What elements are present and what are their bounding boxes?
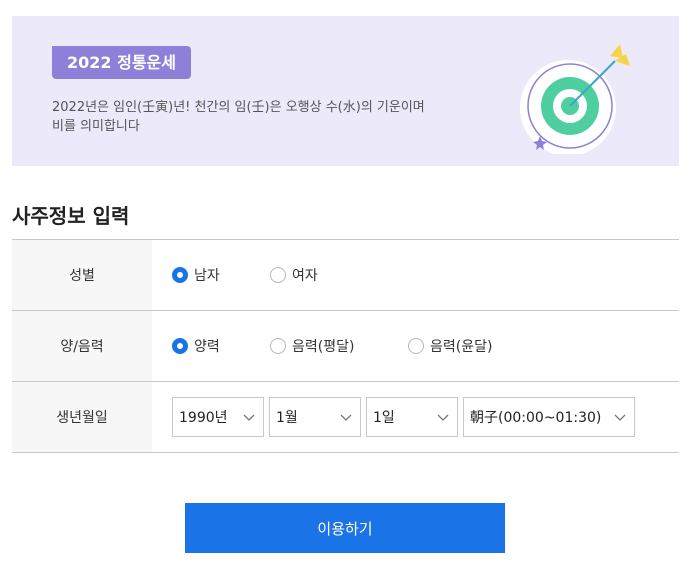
birth-day-select[interactable]: 1일 <box>366 397 458 437</box>
calendar-row: 양/음력 양력 음력(평달) 음력(윤달) <box>12 311 679 382</box>
promo-banner: 2022 정통운세 2022년은 임인(壬寅)년! 천간의 임(壬)은 오행상 … <box>12 16 679 166</box>
birth-selects: 1990년 1월 1일 朝子(00:00~01:30) <box>152 382 679 452</box>
birth-time-value: 朝子(00:00~01:30) <box>470 410 602 426</box>
calendar-label: 양/음력 <box>12 311 152 381</box>
chevron-down-icon <box>340 414 352 421</box>
chevron-down-icon <box>437 414 449 421</box>
calendar-solar-radio[interactable]: 양력 <box>172 336 270 356</box>
target-arrow-icon <box>520 44 630 154</box>
calendar-lunar-normal-radio[interactable]: 음력(평달) <box>270 336 408 356</box>
gender-options: 남자 여자 <box>152 240 679 310</box>
gender-row: 성별 남자 여자 <box>12 240 679 311</box>
section-title: 사주정보 입력 <box>12 204 130 228</box>
birth-month-value: 1월 <box>276 410 298 426</box>
calendar-options: 양력 음력(평달) 음력(윤달) <box>152 311 679 381</box>
banner-description-line-1: 2022년은 임인(壬寅)년! 천간의 임(壬)은 오행상 수(水)의 기운이며 <box>52 100 425 115</box>
chevron-down-icon <box>614 414 626 421</box>
submit-button[interactable]: 이용하기 <box>185 503 505 553</box>
gender-female-label: 여자 <box>292 268 318 284</box>
banner-badge: 2022 정통운세 <box>52 46 191 79</box>
saju-form: 성별 남자 여자 양/음력 양력 음력(평달) 음력(윤달) 생년월일 1990… <box>12 239 679 453</box>
birth-row: 생년월일 1990년 1월 1일 朝子(00:00~01:30) <box>12 382 679 453</box>
birth-month-select[interactable]: 1월 <box>269 397 361 437</box>
birth-label: 생년월일 <box>12 382 152 452</box>
calendar-lunar-leap-radio[interactable]: 음력(윤달) <box>408 336 492 356</box>
gender-male-radio[interactable]: 남자 <box>172 265 270 285</box>
gender-male-label: 남자 <box>194 268 220 284</box>
gender-label: 성별 <box>12 240 152 310</box>
birth-year-select[interactable]: 1990년 <box>172 397 264 437</box>
calendar-lunar-leap-label: 음력(윤달) <box>430 339 493 355</box>
radio-unchecked-icon <box>270 338 286 354</box>
radio-checked-icon <box>172 338 188 354</box>
banner-description: 2022년은 임인(壬寅)년! 천간의 임(壬)은 오행상 수(水)의 기운이며… <box>52 98 472 136</box>
calendar-solar-label: 양력 <box>194 339 220 355</box>
birth-time-select[interactable]: 朝子(00:00~01:30) <box>463 397 635 437</box>
radio-unchecked-icon <box>270 267 286 283</box>
gender-female-radio[interactable]: 여자 <box>270 265 318 285</box>
radio-checked-icon <box>172 267 188 283</box>
banner-description-line-2: 비를 의미합니다 <box>52 119 140 134</box>
birth-day-value: 1일 <box>373 410 395 426</box>
birth-year-value: 1990년 <box>179 410 228 426</box>
radio-unchecked-icon <box>408 338 424 354</box>
chevron-down-icon <box>243 414 255 421</box>
calendar-lunar-normal-label: 음력(평달) <box>292 339 355 355</box>
